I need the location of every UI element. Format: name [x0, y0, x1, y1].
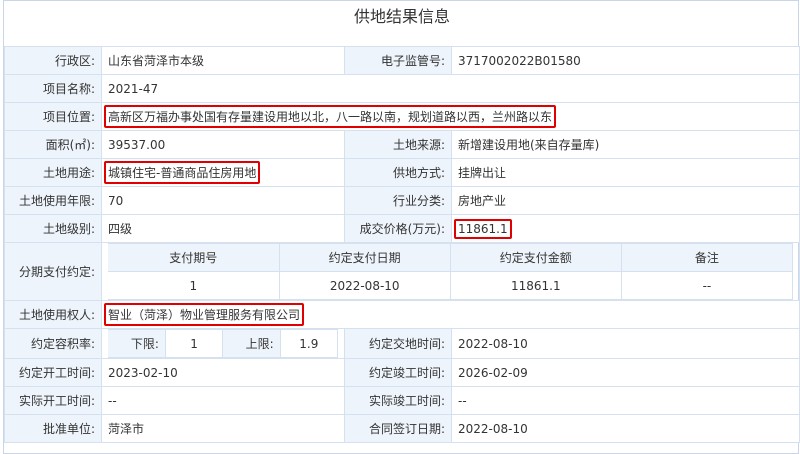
completion-time-value: 2026-02-09 [451, 358, 800, 387]
column-header: 约定支付金额 [449, 243, 622, 272]
actual-start-label: 实际开工时间: [4, 386, 102, 415]
area-value: 39537.00 [101, 130, 345, 159]
land-user-value: 智业（菏泽）物业管理服务有限公司 [104, 303, 305, 326]
area-label: 面积(㎡): [4, 130, 102, 159]
plot-ratio-label: 约定容积率: [4, 328, 102, 359]
plot-ratio-upper-value: 1.9 [279, 329, 339, 358]
completion-time-label: 约定竣工时间: [344, 358, 452, 387]
actual-start-value: -- [101, 386, 345, 415]
price-label: 成交价格(万元): [344, 214, 452, 243]
supervision-no-label: 电子监管号: [344, 46, 452, 75]
column-header: 备注 [620, 243, 794, 272]
installment-cell: 1 [108, 271, 280, 300]
land-source-value: 新增建设用地(来自存量库) [451, 130, 800, 159]
project-location-label: 项目位置: [4, 102, 102, 131]
installment-cell: 11861.1 [449, 271, 622, 300]
installments-table: 支付期号 约定支付日期 约定支付金额 备注 1 2022-08-10 11861… [108, 243, 794, 300]
column-header: 支付期号 [108, 243, 280, 272]
table-row: 面积(㎡): 39537.00 土地来源: 新增建设用地(来自存量库) [4, 130, 800, 159]
page-title: 供地结果信息 [353, 7, 450, 26]
project-name-label: 项目名称: [4, 74, 102, 103]
installment-cell: 2022-08-10 [278, 271, 451, 300]
table-row: 土地级别: 四级 成交价格(万元): 11861.1 [4, 214, 800, 243]
installment-row: 1 2022-08-10 11861.1 -- [108, 271, 794, 300]
plot-ratio-upper-label: 上限: [222, 329, 281, 358]
land-level-label: 土地级别: [4, 214, 102, 243]
industry-label: 行业分类: [344, 186, 452, 215]
table-row: 土地用途: 城镇住宅-普通商品住房用地 供地方式: 挂牌出让 [4, 158, 800, 187]
table-row: 项目名称: 2021-47 [4, 74, 800, 103]
supervision-no-value: 3717002022B01580 [451, 46, 800, 75]
start-time-value: 2023-02-10 [101, 358, 345, 387]
plot-ratio-lower-value: 1 [164, 329, 224, 358]
supply-method-value: 挂牌出让 [451, 158, 800, 187]
installments-label: 分期支付约定: [4, 242, 102, 301]
price-value: 11861.1 [454, 218, 512, 239]
project-name-value: 2021-47 [101, 74, 800, 103]
land-user-label: 土地使用权人: [4, 300, 102, 329]
approval-unit-value: 菏泽市 [101, 414, 345, 443]
table-row: 土地使用权人: 智业（菏泽）物业管理服务有限公司 [4, 300, 800, 329]
industry-value: 房地产业 [451, 186, 800, 215]
delivery-time-label: 约定交地时间: [344, 328, 452, 359]
table-row: 约定容积率: 下限: 1 上限: 1.9 约定交地时间: 2022-08-10 [4, 328, 800, 359]
plot-ratio-table: 下限: 1 上限: 1.9 [108, 329, 339, 358]
column-header: 约定支付日期 [278, 243, 451, 272]
use-years-value: 70 [101, 186, 345, 215]
table-row: 分期支付约定: 支付期号 约定支付日期 约定支付金额 备注 1 2022-08-… [4, 242, 800, 301]
supply-method-label: 供地方式: [344, 158, 452, 187]
table-row: 项目位置: 高新区万福办事处国有存量建设用地以北，八一路以南，规划道路以西，兰州… [4, 102, 800, 131]
table-row: 批准单位: 菏泽市 合同签订日期: 2022-08-10 [4, 414, 800, 443]
district-value: 山东省菏泽市本级 [101, 46, 345, 75]
land-use-label: 土地用途: [4, 158, 102, 187]
land-source-label: 土地来源: [344, 130, 452, 159]
use-years-label: 土地使用年限: [4, 186, 102, 215]
table-row: 实际开工时间: -- 实际竣工时间: -- [4, 386, 800, 415]
plot-ratio-lower-label: 下限: [108, 329, 166, 358]
installments-header-row: 支付期号 约定支付日期 约定支付金额 备注 [108, 243, 794, 272]
approval-unit-label: 批准单位: [4, 414, 102, 443]
installment-cell: -- [620, 271, 794, 300]
table-row: 土地使用年限: 70 行业分类: 房地产业 [4, 186, 800, 215]
table-row: 约定开工时间: 2023-02-10 约定竣工时间: 2026-02-09 [4, 358, 800, 387]
delivery-time-value: 2022-08-10 [451, 328, 800, 359]
actual-completion-label: 实际竣工时间: [344, 386, 452, 415]
start-time-label: 约定开工时间: [4, 358, 102, 387]
land-use-value: 城镇住宅-普通商品住房用地 [104, 161, 261, 184]
contract-date-label: 合同签订日期: [344, 414, 452, 443]
district-label: 行政区: [4, 46, 102, 75]
contract-date-value: 2022-08-10 [451, 414, 800, 443]
land-level-value: 四级 [101, 214, 345, 243]
info-table: 行政区: 山东省菏泽市本级 电子监管号: 3717002022B01580 项目… [4, 46, 800, 443]
project-location-value: 高新区万福办事处国有存量建设用地以北，八一路以南，规划道路以西，兰州路以东 [104, 105, 557, 128]
table-row: 行政区: 山东省菏泽市本级 电子监管号: 3717002022B01580 [4, 46, 800, 75]
actual-completion-value: -- [451, 386, 800, 415]
